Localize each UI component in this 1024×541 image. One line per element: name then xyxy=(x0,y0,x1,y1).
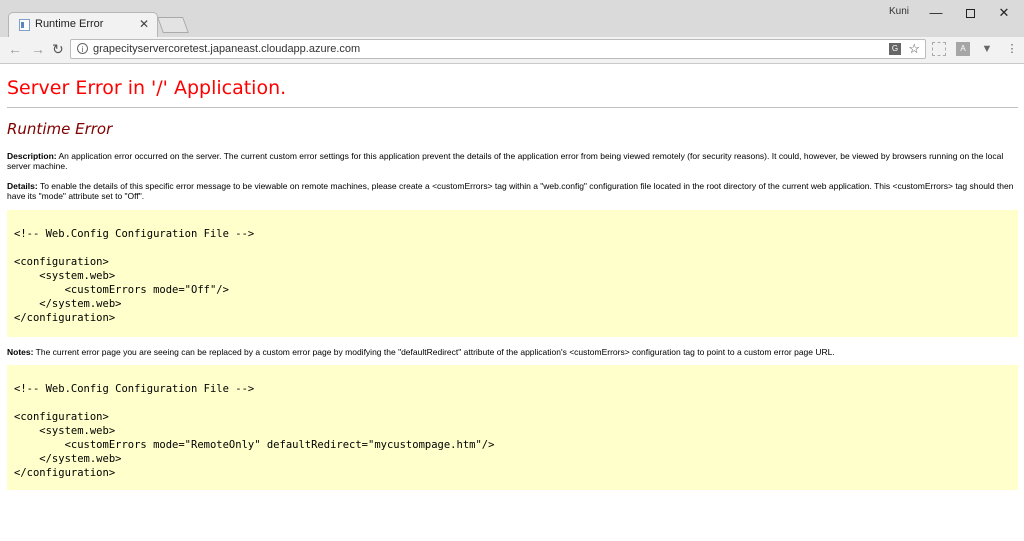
config-code-remoteonly: <!-- Web.Config Configuration File --> <… xyxy=(14,383,495,479)
config-code-off: <!-- Web.Config Configuration File --> <… xyxy=(14,228,255,324)
close-window-button[interactable]: ✕ xyxy=(987,2,1021,24)
menu-icon[interactable]: ⋮ xyxy=(1005,42,1019,56)
page-content: Server Error in '/' Application. Runtime… xyxy=(7,63,1018,490)
bookmark-star-icon[interactable]: ☆ xyxy=(908,41,920,57)
minimize-button[interactable]: — xyxy=(919,2,953,24)
vivaldi-extension-icon[interactable]: ▼ xyxy=(980,42,994,56)
forward-arrow-icon[interactable]: → xyxy=(31,41,45,57)
maximize-icon xyxy=(965,9,975,19)
url-text[interactable]: grapecityservercoretest.japaneast.clouda… xyxy=(93,43,360,55)
details-text: To enable the details of this specific e… xyxy=(7,181,1014,201)
notes-paragraph: Notes: The current error page you are se… xyxy=(7,347,1018,357)
profile-name[interactable]: Kuni xyxy=(889,6,909,17)
details-paragraph: Details: To enable the details of this s… xyxy=(7,181,1018,201)
tab-title: Runtime Error xyxy=(35,18,104,30)
description-paragraph: Description: An application error occurr… xyxy=(7,151,1018,171)
notes-label: Notes: xyxy=(7,347,34,357)
divider xyxy=(7,107,1018,108)
site-info-icon[interactable]: i xyxy=(77,43,88,54)
browser-title-bar: Runtime Error ✕ Kuni — ✕ xyxy=(0,0,1024,37)
browser-toolbar: ← → ↻ i grapecityservercoretest.japaneas… xyxy=(0,37,1024,64)
config-code-block: <!-- Web.Config Configuration File --> <… xyxy=(7,365,1018,490)
address-bar[interactable]: i grapecityservercoretest.japaneast.clou… xyxy=(70,39,926,59)
details-label: Details: xyxy=(7,181,38,191)
extension-icon[interactable] xyxy=(932,42,946,56)
error-subtitle: Runtime Error xyxy=(7,120,113,138)
description-text: An application error occurred on the ser… xyxy=(7,151,1004,171)
tab-close-icon[interactable]: ✕ xyxy=(139,17,149,31)
browser-tab[interactable]: Runtime Error ✕ xyxy=(8,12,158,37)
pdf-extension-icon[interactable]: A xyxy=(956,42,970,56)
description-label: Description: xyxy=(7,151,57,161)
reload-icon[interactable]: ↻ xyxy=(52,41,64,57)
maximize-button[interactable] xyxy=(953,2,987,24)
page-favicon-icon xyxy=(19,19,30,31)
back-arrow-icon[interactable]: ← xyxy=(8,41,22,57)
translate-icon[interactable]: G xyxy=(889,43,901,55)
new-tab-button[interactable] xyxy=(157,17,189,33)
page-title: Server Error in '/' Application. xyxy=(7,77,287,99)
config-code-block: <!-- Web.Config Configuration File --> <… xyxy=(7,210,1018,337)
notes-text: The current error page you are seeing ca… xyxy=(35,347,835,357)
